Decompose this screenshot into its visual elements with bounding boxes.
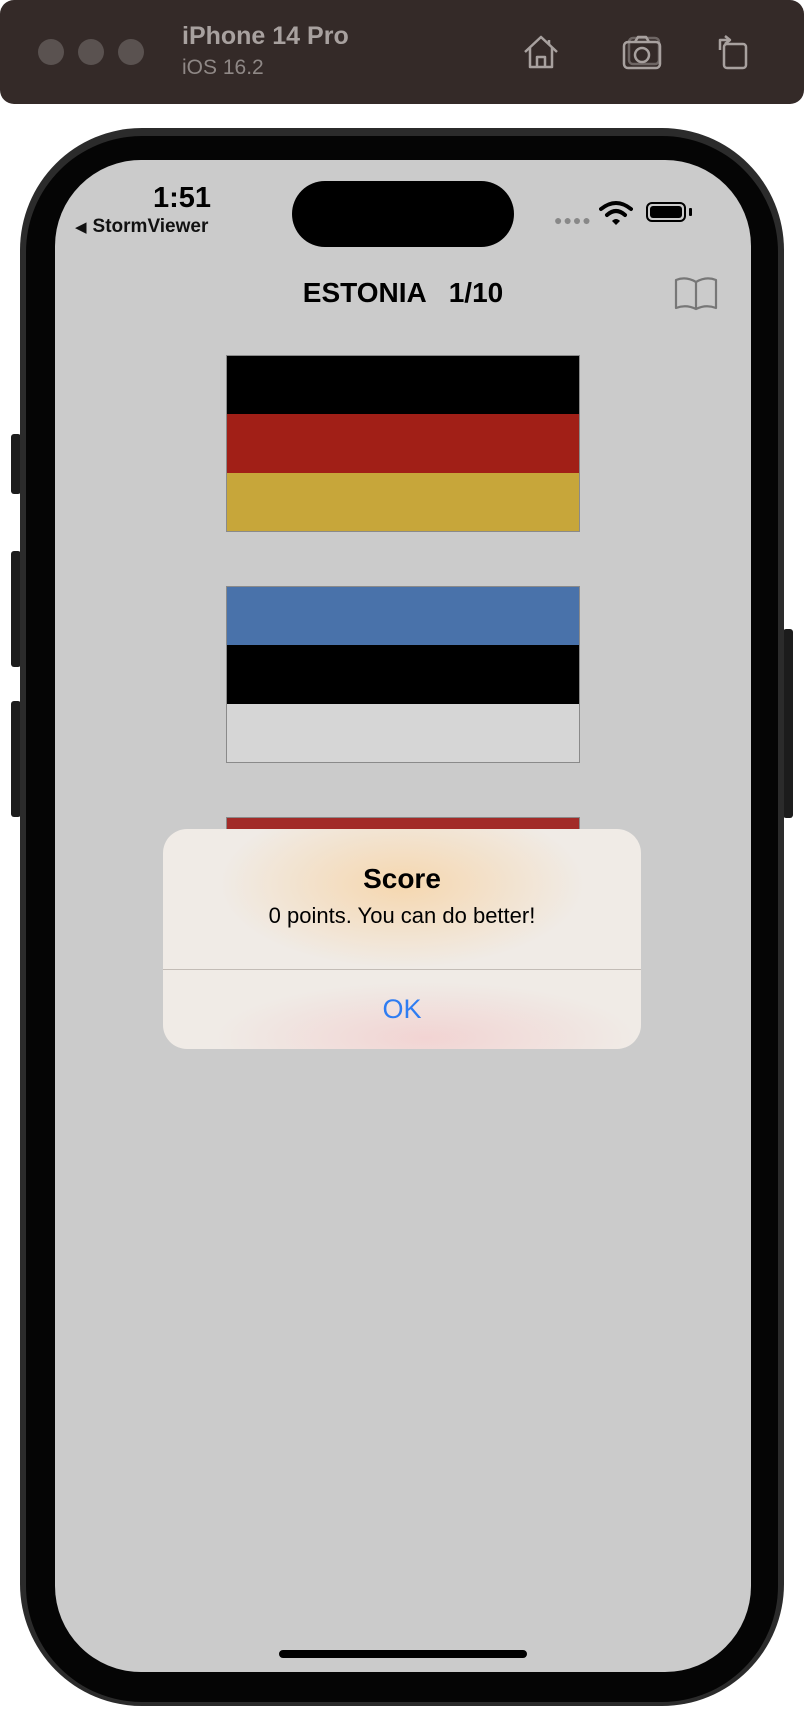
home-indicator[interactable] (279, 1650, 527, 1658)
window-zoom-button[interactable] (118, 39, 144, 65)
flag-stripe (227, 356, 579, 415)
flag-button-1[interactable] (226, 355, 580, 532)
back-app-label: StormViewer (92, 216, 209, 237)
screenshot-icon[interactable] (620, 30, 664, 74)
cellular-signal-icon: ●●●● (554, 212, 592, 228)
alert-ok-button[interactable]: OK (163, 970, 641, 1049)
wifi-icon (599, 201, 633, 225)
os-version: iOS 16.2 (182, 56, 264, 79)
flag-stripe (227, 703, 579, 762)
score-alert: Score 0 points. You can do better! OK (163, 829, 641, 1049)
window-close-button[interactable] (38, 39, 64, 65)
flag-button-2[interactable] (226, 586, 580, 763)
dynamic-island (292, 181, 514, 247)
book-icon[interactable] (674, 276, 718, 312)
flag-stripe (227, 645, 579, 704)
flag-stripe (227, 414, 579, 473)
device-name: iPhone 14 Pro (182, 22, 349, 50)
device-screen: 1:51 ◀ StormViewer ●●●● ESTONIA 1/10 Score… (55, 160, 751, 1672)
status-time: 1:51 (153, 182, 212, 214)
battery-icon (646, 202, 686, 222)
question-progress: 1/10 (448, 277, 504, 308)
flag-stripe (227, 472, 579, 531)
alert-message: 0 points. You can do better! (268, 903, 536, 928)
battery-cap (689, 208, 692, 216)
alert-title: Score (363, 863, 441, 894)
window-minimize-button[interactable] (78, 39, 104, 65)
back-arrow-icon: ◀ (75, 219, 87, 236)
back-to-app-button[interactable]: ◀ StormViewer (75, 216, 208, 238)
nav-title: ESTONIA 1/10 (55, 277, 751, 309)
rotate-icon[interactable] (710, 30, 754, 74)
power-button (783, 629, 793, 818)
flag-stripe (227, 587, 579, 646)
simulator-title-bar: iPhone 14 Pro iOS 16.2 (0, 0, 804, 104)
country-name: ESTONIA (302, 277, 427, 308)
home-icon[interactable] (519, 30, 563, 74)
